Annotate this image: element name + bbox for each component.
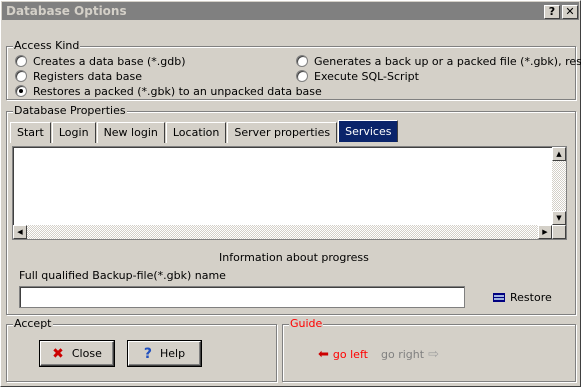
restore-icon xyxy=(493,293,505,302)
tab-services[interactable]: Services xyxy=(338,120,399,142)
tab-login[interactable]: Login xyxy=(51,122,96,143)
x-icon: ✖ xyxy=(52,345,64,362)
radio-dot xyxy=(15,70,27,82)
go-right-link[interactable]: go right ⇨ xyxy=(381,347,439,362)
progress-label: Information about progress xyxy=(219,251,369,264)
database-options-window: Database Options ? ✕ Access Kind Creates… xyxy=(0,0,581,387)
radio-label: Restores a packed (*.gbk) to an unpacked… xyxy=(33,84,322,98)
arrow-right-icon: ⇨ xyxy=(428,347,439,362)
services-panel[interactable]: ▲ ▼ ◀ ▶ xyxy=(12,146,567,240)
database-properties-legend: Database Properties xyxy=(13,104,127,117)
radio-label: Creates a data base (*.gdb) xyxy=(33,54,186,68)
radio-dot xyxy=(15,55,27,67)
close-button[interactable]: ✖ Close xyxy=(40,341,114,366)
scroll-up-arrow[interactable]: ▲ xyxy=(552,147,566,161)
backup-file-input[interactable] xyxy=(19,286,465,308)
tab-start[interactable]: Start xyxy=(10,122,51,143)
radio-backup[interactable]: Generates a back up or a packed file (*.… xyxy=(296,54,581,68)
scroll-right-arrow[interactable]: ▶ xyxy=(538,225,552,239)
window-title: Database Options xyxy=(6,4,127,18)
radio-dot xyxy=(296,70,308,82)
scroll-corner xyxy=(552,225,566,239)
access-kind-legend: Access Kind xyxy=(13,39,81,52)
restore-button[interactable]: Restore xyxy=(493,291,552,304)
title-bar: Database Options ? ✕ xyxy=(2,2,579,20)
radio-label: Execute SQL-Script xyxy=(314,69,419,83)
question-icon: ? xyxy=(143,345,153,362)
restore-label: Restore xyxy=(510,291,552,304)
scroll-down-arrow[interactable]: ▼ xyxy=(552,211,566,225)
go-left-link[interactable]: ⬅ go left xyxy=(318,347,368,362)
radio-dot-checked xyxy=(15,85,27,97)
radio-label: Generates a back up or a packed file (*.… xyxy=(314,54,581,68)
radio-label: Registers data base xyxy=(33,69,143,83)
horizontal-scroll-track[interactable] xyxy=(27,225,538,239)
close-title-button[interactable]: ✕ xyxy=(562,5,578,19)
arrow-left-icon: ⬅ xyxy=(318,347,329,362)
help-button[interactable]: ? Help xyxy=(128,341,201,366)
guide-legend: Guide xyxy=(289,317,324,330)
scroll-left-arrow[interactable]: ◀ xyxy=(13,225,27,239)
help-button-label: Help xyxy=(160,347,186,360)
tab-new-login[interactable]: New login xyxy=(96,122,165,143)
radio-dot xyxy=(296,55,308,67)
help-title-button[interactable]: ? xyxy=(544,5,560,19)
tab-strip: Start Login New login Location Server pr… xyxy=(10,120,399,144)
radio-restore[interactable]: Restores a packed (*.gbk) to an unpacked… xyxy=(15,84,322,98)
close-button-label: Close xyxy=(71,347,102,360)
tab-location[interactable]: Location xyxy=(165,122,227,143)
tab-server-properties[interactable]: Server properties xyxy=(227,122,338,143)
go-right-label: go right xyxy=(381,348,425,361)
go-left-label: go left xyxy=(332,348,368,361)
backup-file-label: Full qualified Backup-file(*.gbk) name xyxy=(19,269,226,282)
accept-legend: Accept xyxy=(13,317,53,330)
radio-register-db[interactable]: Registers data base xyxy=(15,69,142,83)
radio-sql-script[interactable]: Execute SQL-Script xyxy=(296,69,419,83)
radio-create-db[interactable]: Creates a data base (*.gdb) xyxy=(15,54,186,68)
